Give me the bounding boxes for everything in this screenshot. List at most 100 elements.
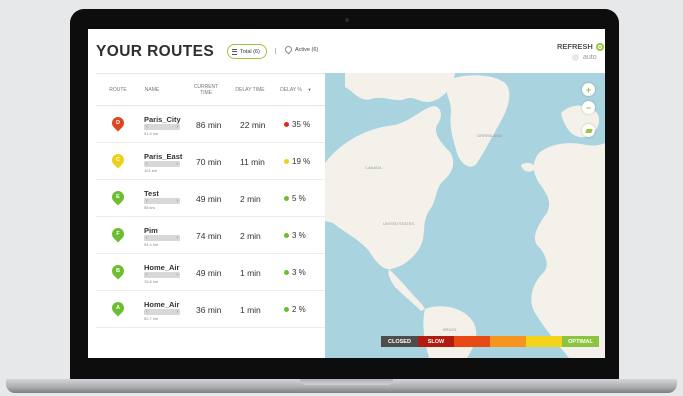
route-name: Test [144,189,159,198]
delay-time: 2 min [240,231,261,241]
route-toggle-slider[interactable]: ‹ › [144,198,180,204]
sort-arrow-icon[interactable]: ▼ [304,74,312,105]
route-letter: D [116,120,120,126]
route-letter: B [116,268,120,274]
table-row[interactable]: E Test ‹ › 58 km 49 min 2 min 5 % [96,180,325,217]
route-toggle-slider[interactable]: ‹ › [144,272,180,278]
legend-swatch-yellow [526,336,562,347]
table-row[interactable]: C Paris_East ‹ › 101 km 70 min 11 min 19 … [96,143,325,180]
delay-percent: 19 % [292,157,311,166]
canadian-islands [345,73,455,102]
current-time: 36 min [196,305,222,315]
auto-refresh-toggle[interactable]: auto [572,54,597,61]
legend-slow: SLOW [418,336,454,347]
north-america-land [325,106,454,270]
delay-time: 1 min [240,268,261,278]
current-time: 74 min [196,231,222,241]
current-time: 86 min [196,120,222,130]
map-label-brazil: BRAZIL [443,327,458,332]
table-header: ROUTE NAME CURRENT TIME DELAY TIME DELAY… [96,73,325,106]
traffic-legend: CLOSED SLOW OPTIMAL [381,336,599,347]
table-row[interactable]: B Home_Air ‹ › 76.6 km 49 min 1 min 3 % [96,254,325,291]
route-name: Pim [144,226,158,235]
delay-time: 22 min [240,120,266,130]
greenland-land [445,75,510,167]
current-time: 70 min [196,157,222,167]
status-dot [284,233,289,238]
iceland-land [521,162,535,172]
map-land: GREENLAND UNITED STATES CANADA BRAZIL [325,73,605,358]
status-dot [284,159,289,164]
status-dot [284,270,289,275]
legend-optimal: OPTIMAL [562,336,599,347]
header-delay-pct[interactable]: DELAY % [278,74,304,105]
delay-percent: 35 % [292,120,311,129]
current-time: 49 min [196,194,222,204]
delay-percent: 2 % [292,305,306,314]
europe-africa-land [531,143,605,358]
route-distance: 94.4 km [144,242,159,247]
header-name: NAME [144,86,160,93]
route-toggle-slider[interactable]: ‹ › [144,161,180,167]
route-letter: E [116,194,120,200]
table-row[interactable]: D Paris_City ‹ › 91.4 km 86 min 22 min 35… [96,106,325,143]
delay-percent: 5 % [292,194,306,203]
route-letter: F [116,231,120,237]
delay-time: 2 min [240,194,261,204]
filter-total-button[interactable]: Total (6) [227,44,267,59]
current-time: 49 min [196,268,222,278]
status-dot [284,196,289,201]
route-distance: 58 km [144,205,155,210]
delay-time: 11 min [240,157,265,167]
table-row[interactable]: A Home_Air ‹ › 52.7 km 36 min 1 min 2 % [96,291,325,328]
route-distance: 52.7 km [144,316,159,321]
route-distance: 91.4 km [144,131,159,136]
filter-active-button[interactable]: Active (6) [283,44,319,55]
routes-table: ROUTE NAME CURRENT TIME DELAY TIME DELAY… [96,73,325,358]
map-layers-button[interactable] [582,124,595,137]
route-toggle-slider[interactable]: ‹ › [144,235,180,241]
camera-icon [345,18,349,22]
zoom-in-button[interactable]: + [582,83,595,96]
status-dot [284,122,289,127]
route-distance: 101 km [144,168,158,173]
map-label-canada: CANADA [365,165,382,170]
pin-icon [283,44,294,55]
map-label-greenland: GREENLAND [477,133,502,138]
delay-percent: 3 % [292,268,306,277]
page-title: YOUR ROUTES [96,43,215,60]
route-toggle-slider[interactable]: ‹ › [144,309,180,315]
layers-icon [584,128,593,133]
header-current-time: CURRENT TIME [193,83,219,96]
map-label-united-states: UNITED STATES [383,221,414,226]
filter-divider [275,48,276,54]
delay-percent: 3 % [292,231,306,240]
filter-active-label: Active (6) [295,46,319,53]
route-letter: A [116,305,120,311]
refresh-label: REFRESH [557,42,593,51]
delay-time: 1 min [240,305,261,315]
route-toggle-slider[interactable]: ‹ › [144,124,180,130]
traffic-map[interactable]: GREENLAND UNITED STATES CANADA BRAZIL + … [325,73,605,358]
header-delay-time: DELAY TIME [235,86,265,93]
legend-swatch-red [454,336,490,347]
auto-label: auto [583,54,597,61]
header: YOUR ROUTES Total (6) Active (6) REFRESH… [88,29,605,73]
route-name: Home_Air [144,263,180,272]
legend-swatch-orange [490,336,526,347]
header-delay-pct-label: DELAY % [280,86,302,93]
zoom-out-button[interactable]: − [582,101,595,114]
refresh-icon [595,42,604,51]
app-screen: YOUR ROUTES Total (6) Active (6) REFRESH… [88,29,605,358]
status-dot [284,307,289,312]
header-route: ROUTE [109,86,127,93]
toggle-icon [572,54,579,61]
south-america-land [423,306,477,358]
route-name: Paris_City [144,115,181,124]
refresh-button[interactable]: REFRESH [557,42,604,51]
table-row[interactable]: F Pim ‹ › 94.4 km 74 min 2 min 3 % [96,217,325,254]
zoom-out-icon: − [585,102,592,113]
route-name: Home_Air [144,300,180,309]
laptop-notch [300,379,393,385]
zoom-in-icon: + [585,84,592,95]
